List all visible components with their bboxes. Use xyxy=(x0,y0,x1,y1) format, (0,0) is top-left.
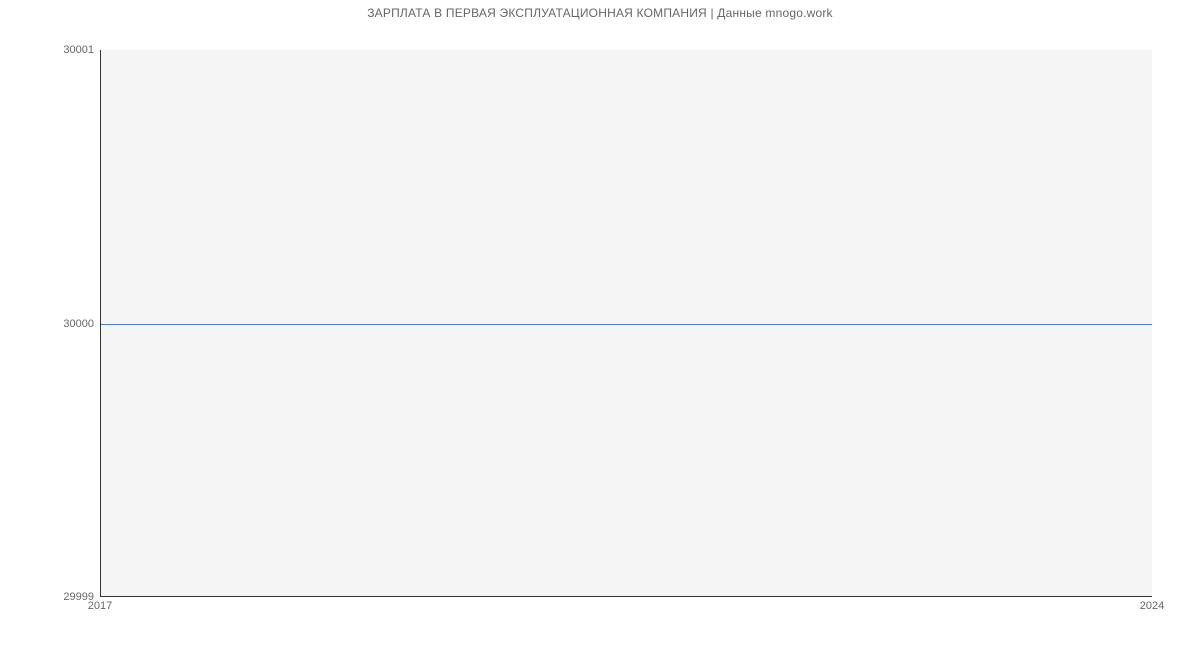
x-tick-left: 2017 xyxy=(88,600,112,612)
chart-title: ЗАРПЛАТА В ПЕРВАЯ ЭКСПЛУАТАЦИОННАЯ КОМПА… xyxy=(0,6,1200,20)
x-tick-right: 2024 xyxy=(1140,600,1164,612)
plot-area xyxy=(100,50,1152,597)
data-line xyxy=(101,324,1152,325)
y-tick-top: 30001 xyxy=(63,44,94,56)
y-tick-mid: 30000 xyxy=(63,318,94,330)
